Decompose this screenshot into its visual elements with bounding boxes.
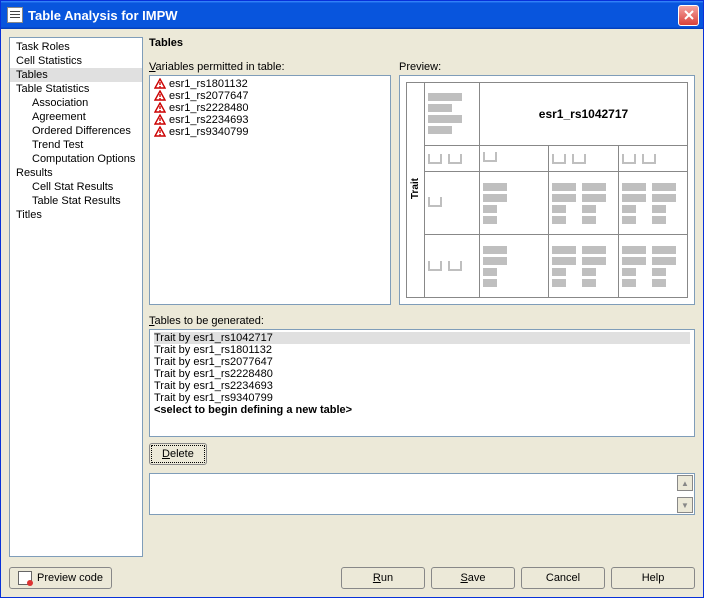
nav-item[interactable]: Ordered Differences xyxy=(10,124,142,138)
preview-box: Trait esr1_rs1042717 xyxy=(399,75,695,305)
note-icon xyxy=(18,571,32,585)
scroll-down-icon[interactable]: ▼ xyxy=(677,497,693,513)
save-button[interactable]: Save xyxy=(431,567,515,589)
variable-name: esr1_rs1801132 xyxy=(169,78,248,90)
help-button[interactable]: Help xyxy=(611,567,695,589)
table-entry[interactable]: Trait by esr1_rs2234693 xyxy=(154,380,690,392)
nav-item[interactable]: Computation Options xyxy=(10,152,142,166)
title-bar: Table Analysis for IMPW xyxy=(1,1,703,29)
preview-row-header: Trait xyxy=(407,83,425,298)
button-bar: Preview code Run Save Cancel Help xyxy=(9,567,695,589)
tables-block: Tables to be generated: Trait by esr1_rs… xyxy=(149,315,695,465)
variables-listbox[interactable]: esr1_rs1801132esr1_rs2077647esr1_rs22284… xyxy=(149,75,391,305)
warning-triangle-icon xyxy=(154,90,166,102)
variable-name: esr1_rs2077647 xyxy=(169,90,249,102)
table-entry[interactable]: Trait by esr1_rs1801132 xyxy=(154,344,690,356)
dialog-window: Table Analysis for IMPW Task RolesCell S… xyxy=(0,0,704,598)
nav-item[interactable]: Cell Statistics xyxy=(10,54,142,68)
preview-column-header: esr1_rs1042717 xyxy=(480,83,688,146)
content-panel: Tables Variables permitted in table: esr… xyxy=(149,37,695,557)
variable-name: esr1_rs9340799 xyxy=(169,126,249,138)
nav-item[interactable]: Task Roles xyxy=(10,40,142,54)
app-icon xyxy=(7,7,23,23)
preview-top-left-stub xyxy=(425,83,480,146)
variable-row[interactable]: esr1_rs1801132 xyxy=(152,78,388,90)
scroll-up-icon[interactable]: ▲ xyxy=(677,475,693,491)
nav-item[interactable]: Results xyxy=(10,166,142,180)
warning-triangle-icon xyxy=(154,102,166,114)
variable-name: esr1_rs2228480 xyxy=(169,102,249,114)
run-button[interactable]: Run xyxy=(341,567,425,589)
warning-triangle-icon xyxy=(154,126,166,138)
table-entry[interactable]: Trait by esr1_rs1042717 xyxy=(154,332,690,344)
window-title: Table Analysis for IMPW xyxy=(28,8,178,23)
table-entry[interactable]: Trait by esr1_rs2228480 xyxy=(154,368,690,380)
variable-row[interactable]: esr1_rs9340799 xyxy=(152,126,388,138)
nav-item[interactable]: Table Stat Results xyxy=(10,194,142,208)
nav-item[interactable]: Association xyxy=(10,96,142,110)
warning-triangle-icon xyxy=(154,78,166,90)
new-table-placeholder[interactable]: <select to begin defining a new table> xyxy=(154,404,690,416)
tables-listbox[interactable]: Trait by esr1_rs1042717Trait by esr1_rs1… xyxy=(149,329,695,437)
cancel-button[interactable]: Cancel xyxy=(521,567,605,589)
table-entry[interactable]: Trait by esr1_rs9340799 xyxy=(154,392,690,404)
preview-block: Preview: Trait esr1_rs1042717 xyxy=(399,61,695,305)
variable-name: esr1_rs2234693 xyxy=(169,114,249,126)
hint-box: ▲ ▼ xyxy=(149,473,695,515)
variables-label: Variables permitted in table: xyxy=(149,61,391,73)
nav-item[interactable]: Titles xyxy=(10,208,142,222)
close-icon xyxy=(684,10,694,20)
panel-heading: Tables xyxy=(149,37,695,49)
nav-item[interactable]: Table Statistics xyxy=(10,82,142,96)
close-button[interactable] xyxy=(678,5,699,26)
preview-table: Trait esr1_rs1042717 xyxy=(406,82,688,298)
preview-label: Preview: xyxy=(399,61,695,73)
warning-triangle-icon xyxy=(154,114,166,126)
nav-item[interactable]: Trend Test xyxy=(10,138,142,152)
variable-row[interactable]: esr1_rs2234693 xyxy=(152,114,388,126)
variable-row[interactable]: esr1_rs2228480 xyxy=(152,102,388,114)
table-entry[interactable]: Trait by esr1_rs2077647 xyxy=(154,356,690,368)
variable-row[interactable]: esr1_rs2077647 xyxy=(152,90,388,102)
delete-button[interactable]: Delete xyxy=(149,443,207,465)
client-area: Task RolesCell StatisticsTablesTable Sta… xyxy=(1,29,703,597)
tables-label: Tables to be generated: xyxy=(149,315,695,327)
nav-item[interactable]: Agreement xyxy=(10,110,142,124)
preview-code-button[interactable]: Preview code xyxy=(9,567,112,589)
nav-item[interactable]: Tables xyxy=(10,68,142,82)
variables-block: Variables permitted in table: esr1_rs180… xyxy=(149,61,391,305)
nav-item[interactable]: Cell Stat Results xyxy=(10,180,142,194)
nav-tree[interactable]: Task RolesCell StatisticsTablesTable Sta… xyxy=(9,37,143,557)
